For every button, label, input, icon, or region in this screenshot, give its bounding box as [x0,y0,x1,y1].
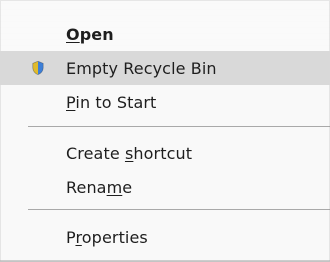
menu-item-rename[interactable]: Rename [0,170,330,204]
menu-item-empty-recycle-bin[interactable]: Empty Recycle Bin [0,51,330,85]
menu-item-create-shortcut[interactable]: Create shortcut [0,136,330,170]
menu-item-pin-to-start[interactable]: Pin to Start [0,85,330,119]
menu-item-rename-label: Rename [66,177,133,197]
menu-item-properties-label: Properties [66,227,148,247]
separator [28,126,330,127]
separator [28,209,330,210]
menu-item-properties[interactable]: Properties [0,220,330,254]
menu-item-open[interactable]: Open [0,17,330,51]
shield-icon [32,60,44,75]
menu-item-create-shortcut-label: Create shortcut [66,143,193,163]
menu-item-pin-to-start-label: Pin to Start [66,92,157,112]
context-menu: Open Empty Recycle Bin Pin to Start Crea… [0,0,330,262]
menu-item-open-label: Open [66,24,114,44]
menu-item-empty-recycle-bin-label: Empty Recycle Bin [66,58,217,78]
